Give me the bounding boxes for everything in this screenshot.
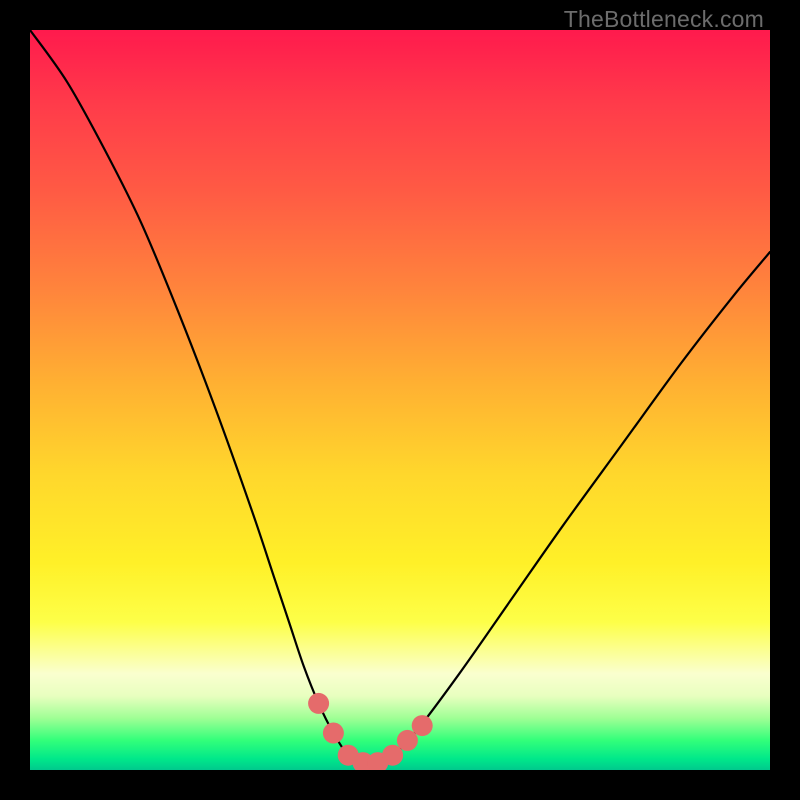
fit-marker	[308, 693, 329, 714]
fit-marker	[382, 745, 403, 766]
fit-marker	[323, 723, 344, 744]
fit-marker	[397, 730, 418, 751]
bottleneck-curve-line	[30, 30, 770, 764]
bottleneck-curve-svg	[30, 30, 770, 770]
chart-frame: TheBottleneck.com	[0, 0, 800, 800]
fit-region-markers	[308, 693, 433, 770]
plot-area	[30, 30, 770, 770]
watermark-text: TheBottleneck.com	[564, 6, 764, 33]
fit-marker	[412, 715, 433, 736]
